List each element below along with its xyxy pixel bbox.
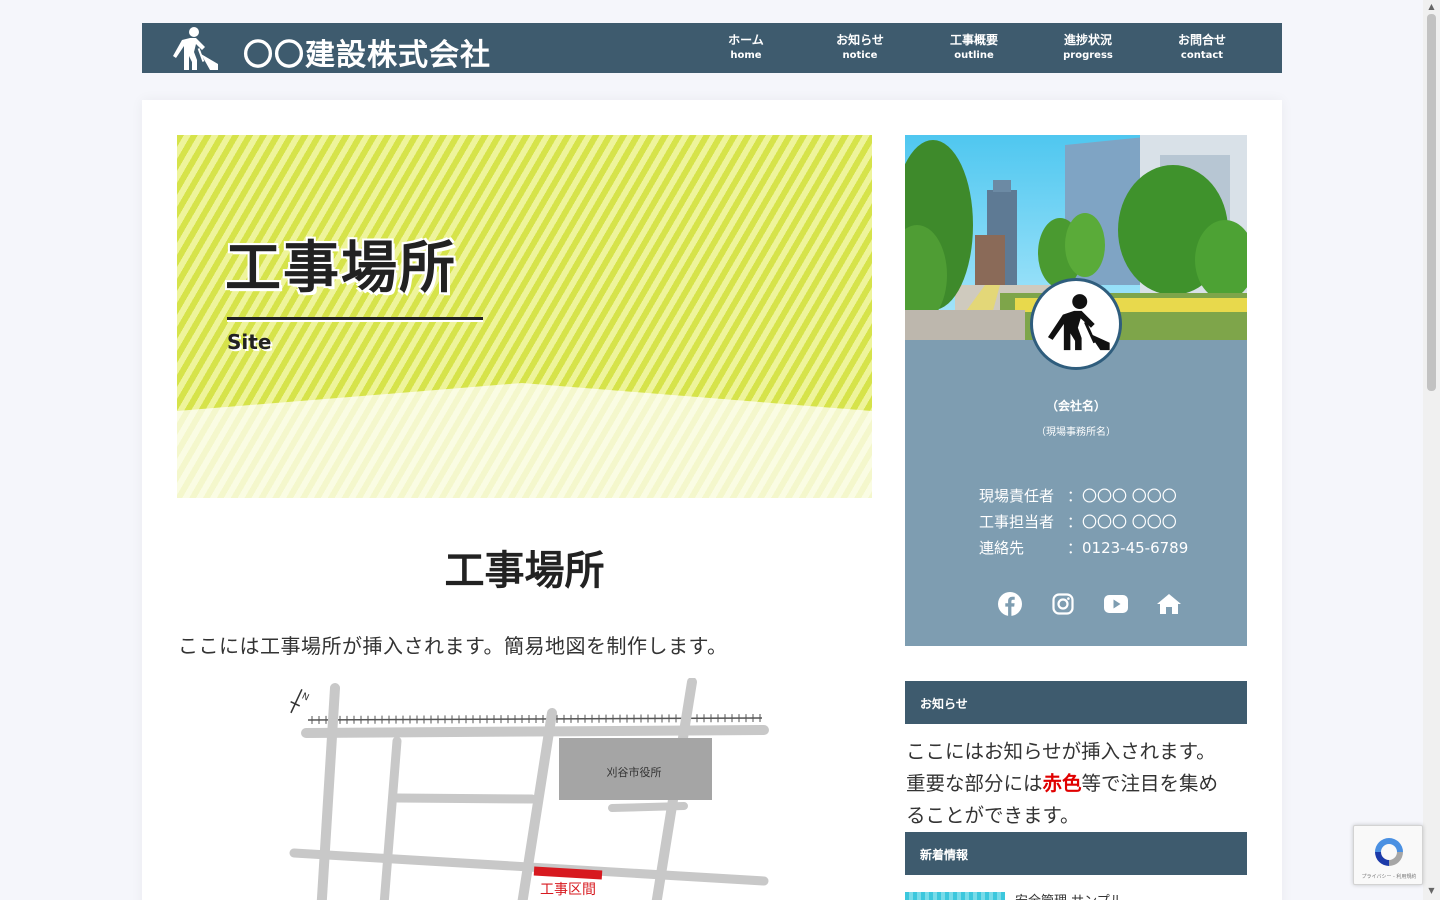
site-map: N 刈谷市役所 工事区間 [289,678,769,900]
site-header: 〇〇建設株式会社 ホーム home お知らせ notice 工事概要 outli… [142,23,1282,73]
contact-row-staff: 工事担当者 ：〇〇〇 〇〇〇 [979,511,1177,532]
scroll-down-arrow-icon[interactable]: ▼ [1427,886,1436,895]
nav-label-jp: お問合せ [1177,33,1226,47]
nav-label-en: home [730,50,762,61]
construction-worker-icon [1047,294,1110,351]
scrollbar[interactable]: ▲ ▼ [1423,0,1440,900]
contact-row-manager: 現場責任者 ：〇〇〇 〇〇〇 [979,485,1177,506]
notice-highlight: 赤色 [1042,772,1082,795]
hero-subtitle: Site [227,330,272,354]
company-name: （会社名） [1045,399,1106,413]
notice-heading: お知らせ [905,681,1247,724]
facebook-icon[interactable] [983,590,1036,618]
railway-line [307,714,763,724]
site-title[interactable]: 〇〇建設株式会社 [243,30,491,74]
nav-label-en: progress [1063,50,1113,61]
content-card: 工事場所 Site 工事場所 ここには工事場所が挿入されます。簡易地図を制作しま… [142,100,1282,900]
page-title: 工事場所 [444,548,605,594]
notice-text: 等で注目を集め [1081,772,1219,795]
nav-item-outline[interactable]: 工事概要 outline [917,23,1031,73]
contact-value[interactable]: ：0123-45-6789 [1067,539,1188,557]
contact-value: ：〇〇〇 〇〇〇 [1067,487,1177,505]
north-label: N [300,691,310,703]
north-arrow-icon: N [290,688,310,714]
contact-key: 工事担当者 [979,513,1055,531]
nav-item-notice[interactable]: お知らせ notice [803,23,917,73]
recaptcha-icon [1375,838,1403,866]
contact-value: ：〇〇〇 〇〇〇 [1067,513,1177,531]
avatar [1030,278,1122,370]
youtube-icon[interactable] [1089,590,1142,618]
notice-line: 重要な部分には赤色等で注目を集め [906,768,1251,800]
news-item-title[interactable]: 安全管理 サンプル [1015,890,1123,900]
nav-label-jp: 工事概要 [949,33,998,47]
home-icon[interactable] [1142,590,1195,618]
social-links [983,590,1195,618]
construction-section-label: 工事区間 [540,882,596,898]
contact-key: 現場責任者 [979,487,1055,505]
news-thumbnail[interactable] [905,892,1005,900]
construction-worker-icon[interactable] [168,26,218,70]
hero-banner: 工事場所 Site [177,135,872,498]
scroll-up-arrow-icon[interactable]: ▲ [1427,2,1436,11]
notice-line: ここにはお知らせが挿入されます。 [906,740,1216,763]
profile-card: （会社名） （現場事務所名） 現場責任者 ：〇〇〇 〇〇〇 工事担当者 ：〇〇〇 〇… [905,135,1247,646]
recaptcha-terms[interactable]: プライバシー - 利用規約 [1356,873,1422,880]
nav-item-contact[interactable]: お問合せ contact [1145,23,1259,73]
recaptcha-badge[interactable]: プライバシー - 利用規約 [1353,825,1423,885]
notice-body: ここにはお知らせが挿入されます。 重要な部分には赤色等で注目を集め ることができ… [906,736,1251,832]
nav-label-en: outline [954,50,994,61]
nav-label-jp: 進捗状況 [1063,33,1112,47]
hero-underline [227,317,483,320]
office-name: （現場事務所名） [1036,427,1116,438]
nav-label-en: contact [1180,50,1224,61]
notice-text: 重要な部分には [906,772,1043,795]
contact-row-phone: 連絡先 ：0123-45-6789 [979,537,1188,558]
nav-label-jp: ホーム [728,33,764,47]
construction-section [533,866,603,880]
notice-line: ることができます。 [906,804,1080,827]
nav-item-progress[interactable]: 進捗状況 progress [1031,23,1145,73]
nav-item-home[interactable]: ホーム home [689,23,803,73]
nav-label-jp: お知らせ [836,33,884,47]
main-nav: ホーム home お知らせ notice 工事概要 outline 進捗状況 p… [689,23,1259,73]
contact-key: 連絡先 [979,539,1025,557]
nav-label-en: notice [842,50,878,61]
scroll-thumb[interactable] [1427,14,1436,391]
city-hall-label: 刈谷市役所 [607,765,662,779]
page-description: ここには工事場所が挿入されます。簡易地図を制作します。 [178,634,728,658]
news-heading: 新着情報 [905,832,1247,875]
instagram-icon[interactable] [1036,590,1089,618]
hero-title: 工事場所 [225,236,457,301]
